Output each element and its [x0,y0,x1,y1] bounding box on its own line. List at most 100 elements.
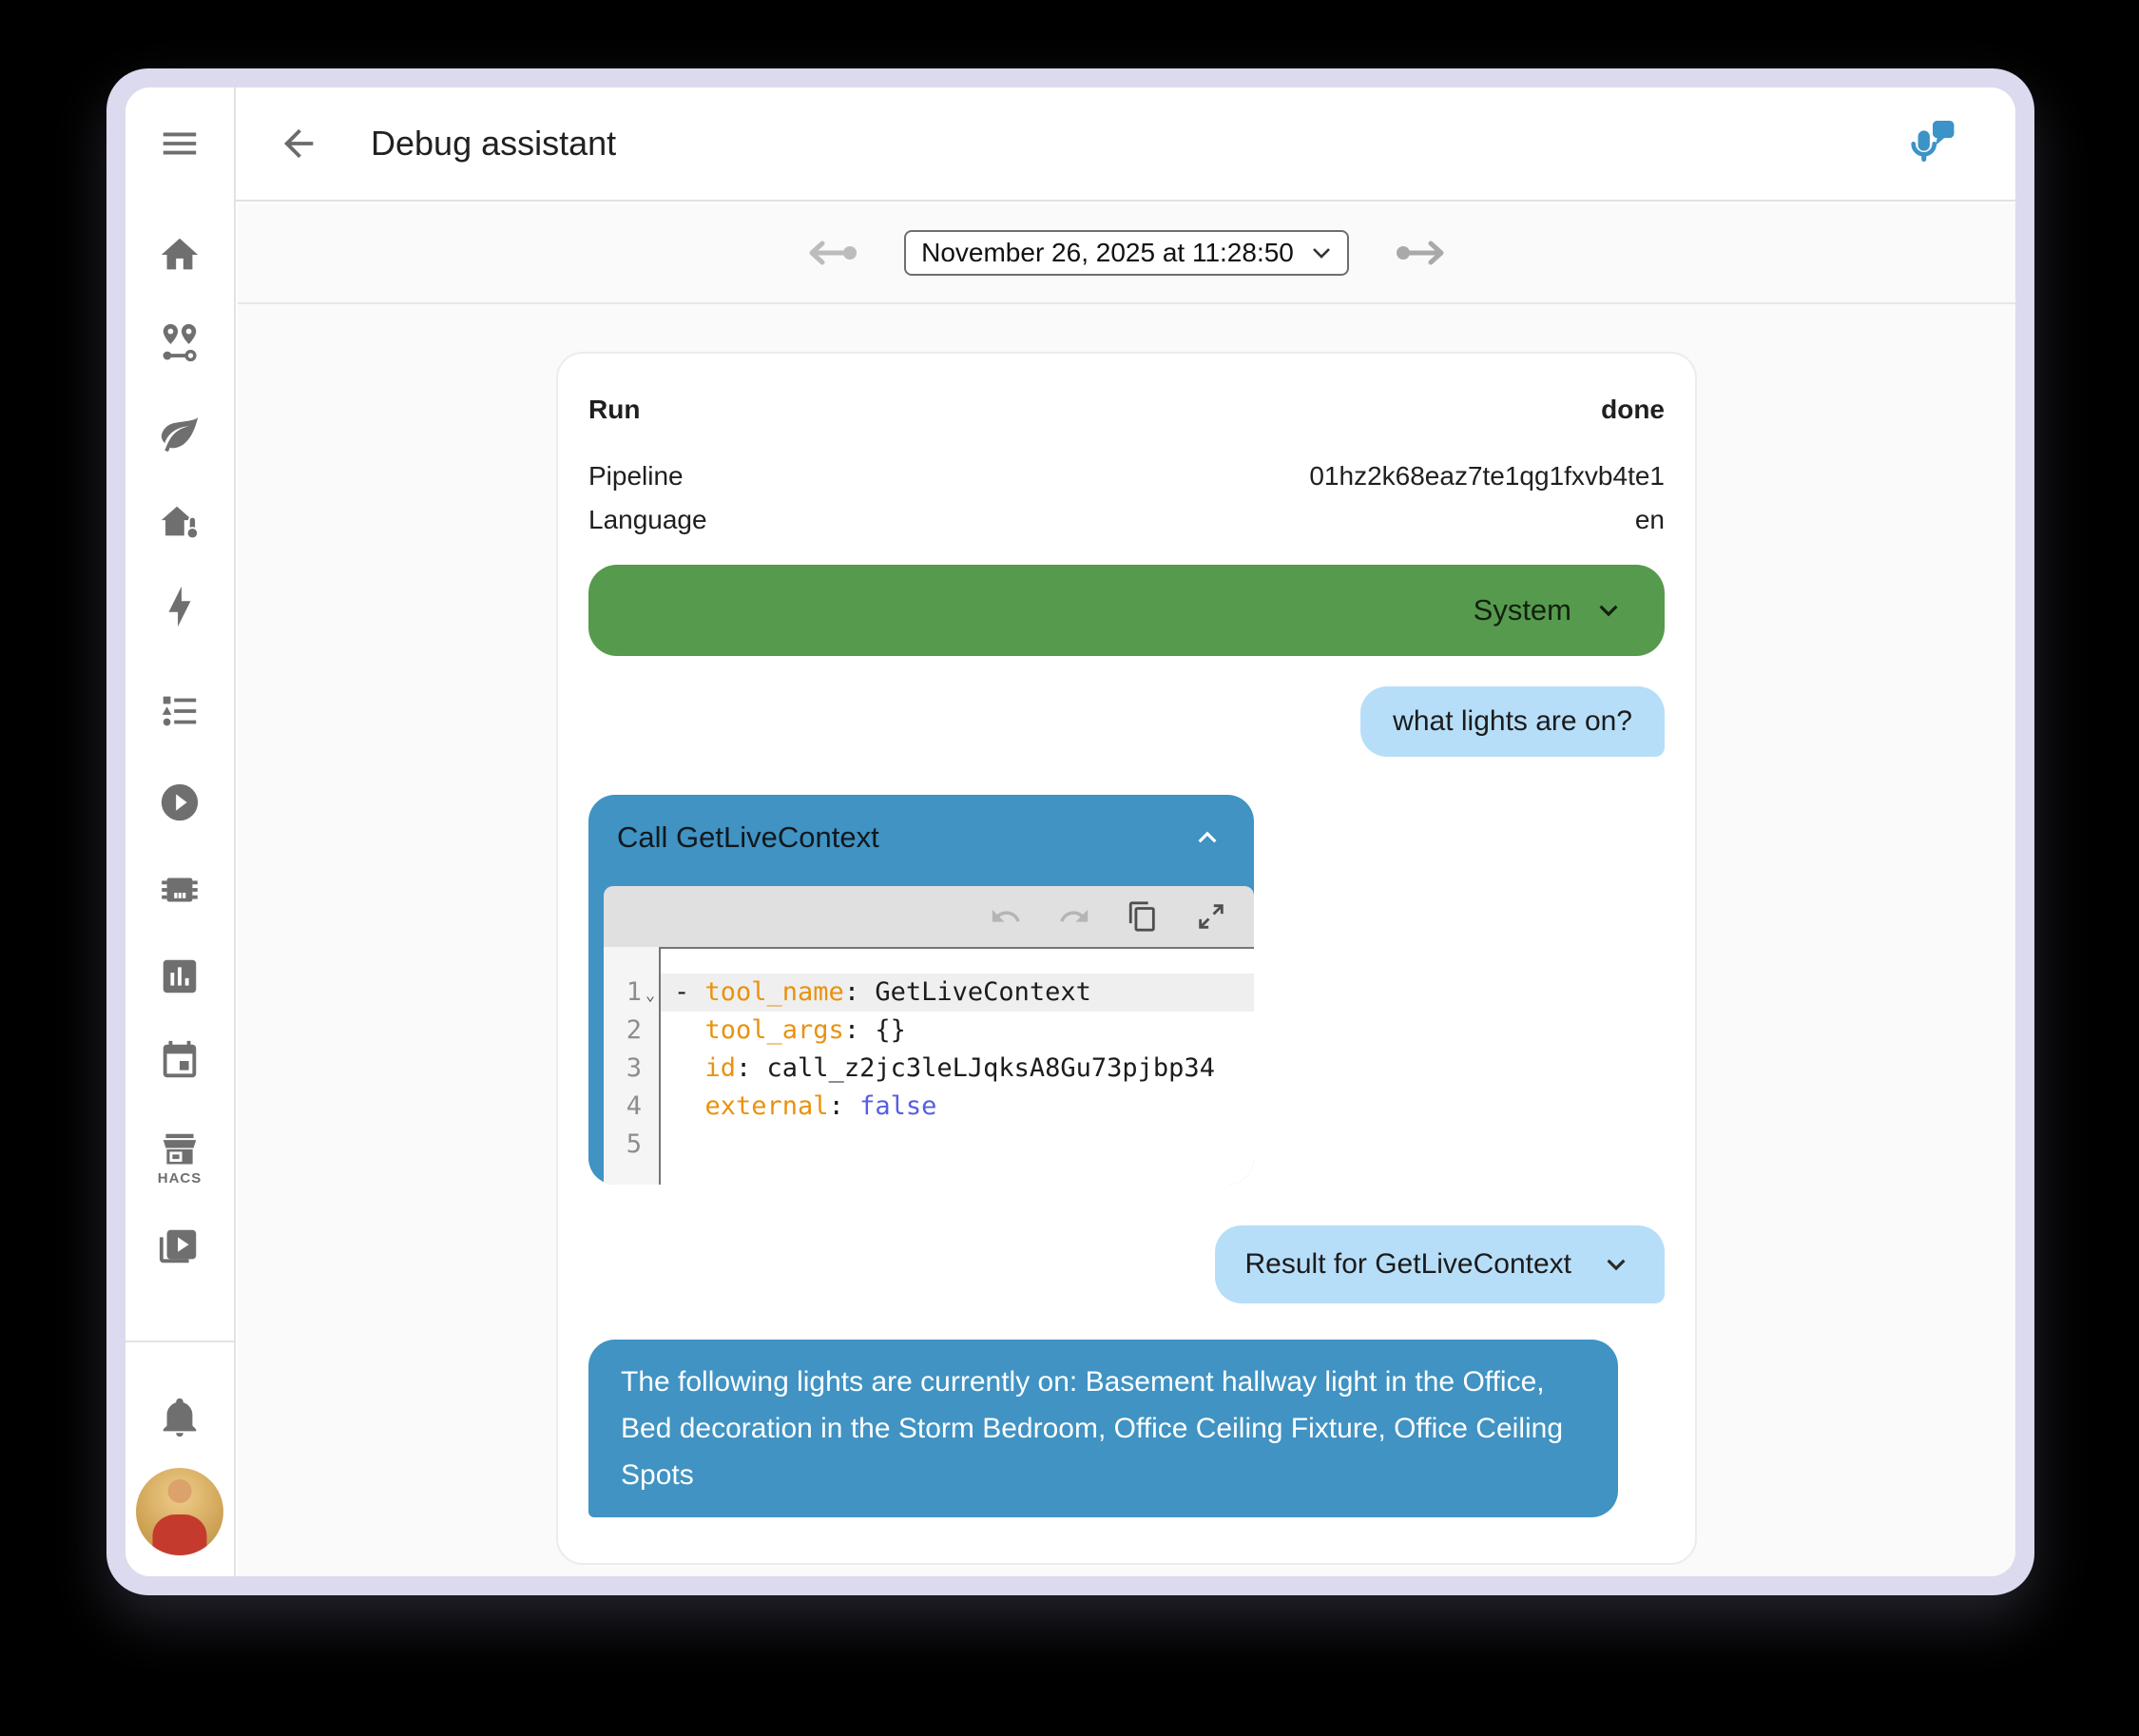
arrow-left-icon [277,122,320,165]
code-token-plain [674,1091,705,1121]
sidebar-item-hacs[interactable]: HACS [125,1131,234,1186]
redo-icon [1058,900,1090,933]
next-run-button[interactable] [1389,239,1455,267]
sidebar-item-map[interactable] [125,321,234,365]
tool-call-header[interactable]: Call GetLiveContext [588,795,1254,856]
assistant-message-bubble: The following lights are currently on: B… [588,1340,1618,1517]
chevron-up-icon [1189,820,1225,856]
pipeline-value: 01hz2k68eaz7te1qg1fxvb4te1 [1309,454,1665,498]
fold-spacer [642,1050,659,1088]
undo-icon [990,900,1022,933]
sidebar-item-energy[interactable] [125,412,234,455]
bell-icon [158,1395,202,1438]
line-number: 2 [604,1012,642,1050]
run-label: Run [588,394,640,426]
run-select[interactable]: November 26, 2025 at 11:28:50 [904,230,1349,276]
code-line[interactable]: - tool_name: GetLiveContext [661,974,1254,1012]
chip-icon [158,868,202,912]
code-line[interactable]: tool_args: {} [661,1012,1254,1050]
sidebar-item-profile[interactable] [125,1468,234,1555]
run-header-row: Run done [588,394,1665,426]
sidebar-item-power[interactable] [125,585,234,628]
storefront-icon [159,1131,201,1169]
user-message-row: what lights are on? [588,686,1665,757]
assist-button[interactable] [1905,114,1960,174]
code-token-plain: : {} [844,1015,906,1045]
undo-button[interactable] [990,900,1022,933]
previous-run-button[interactable] [798,239,864,267]
sidebar-item-notifications[interactable] [125,1395,234,1438]
select-caret-icon [1311,246,1332,260]
code-token-key: external [705,1091,829,1121]
code-line[interactable]: id: call_z2jc3leLJqksA8Gu73pjbp34 [661,1050,1254,1088]
copy-icon [1127,900,1159,933]
mic-chat-icon [1905,114,1960,169]
toolbar: Debug assistant [236,87,2015,202]
code-token-key: id [705,1053,737,1083]
code-line[interactable] [661,1126,1254,1164]
code-token-atom: false [859,1091,936,1121]
line-number: 1 [604,974,642,1012]
tool-result-toggle[interactable]: Result for GetLiveContext [1215,1225,1666,1303]
language-label: Language [588,498,707,542]
code-token-plain: - [674,977,705,1007]
language-value: en [1635,498,1665,542]
leaf-icon [158,412,202,455]
line-number: 3 [604,1050,642,1088]
run-picker-row: November 26, 2025 at 11:28:50 [238,203,2015,304]
home-icon [158,233,202,277]
run-select-value: November 26, 2025 at 11:28:50 [921,238,1294,268]
sidebar-item-esphome[interactable] [125,868,234,912]
gutter-line: 1⌄ [604,974,659,1012]
back-button[interactable] [276,121,321,166]
ray-end-arrow-icon [798,239,864,267]
system-prompt-toggle[interactable]: System [588,565,1665,656]
page-title: Debug assistant [371,124,616,164]
sidebar-item-media-browser[interactable] [125,1225,234,1268]
language-row: Language en [588,498,1665,542]
code-line[interactable]: external: false [661,1088,1254,1126]
code-token-plain [674,1015,705,1045]
gutter-line: 5 [604,1126,659,1164]
sidebar-item-logbook[interactable] [125,689,234,733]
sidebar-item-media[interactable] [125,781,234,824]
code-gutter: 1⌄2345 [604,947,659,1185]
menu-button[interactable] [125,122,234,165]
line-number: 5 [604,1126,642,1164]
sidebar-item-overview[interactable] [125,233,234,277]
play-box-multiple-icon [158,1225,202,1268]
code-token-plain: : call_z2jc3leLJqksA8Gu73pjbp34 [736,1053,1215,1083]
fold-spacer [642,1126,659,1164]
code-token-plain [674,1053,705,1083]
pipeline-label: Pipeline [588,454,684,498]
run-status: done [1601,394,1665,426]
line-number: 4 [604,1088,642,1126]
code-token-plain: : [829,1091,860,1121]
sidebar-item-history[interactable] [125,955,234,998]
yaml-editor: 1⌄2345 - tool_name: GetLiveContext tool_… [604,886,1254,1185]
copy-button[interactable] [1127,900,1159,933]
calendar-icon [158,1039,202,1083]
chart-box-icon [158,955,202,998]
code-lines[interactable]: - tool_name: GetLiveContext tool_args: {… [659,947,1254,1185]
sidebar-item-calendar[interactable] [125,1039,234,1083]
tool-call-card: Call GetLiveContext [588,795,1254,1185]
editor-body: 1⌄2345 - tool_name: GetLiveContext tool_… [604,947,1254,1185]
fold-spacer [642,1012,659,1050]
pipeline-row: Pipeline 01hz2k68eaz7te1qg1fxvb4te1 [588,454,1665,498]
redo-button[interactable] [1058,900,1090,933]
sidebar-item-climate[interactable] [125,501,234,545]
editor-toolbar [604,886,1254,947]
expand-button[interactable] [1195,900,1227,933]
fold-icon[interactable]: ⌄ [642,974,659,1012]
run-card: Run done Pipeline 01hz2k68eaz7te1qg1fxvb… [556,352,1697,1565]
sidebar: HACS [125,87,236,1576]
hamburger-menu-icon [158,122,202,165]
play-circle-icon [158,781,202,824]
gutter-line: 3 [604,1050,659,1088]
app-window-frame: HACS Debug assistant [106,68,2034,1595]
home-thermometer-icon [158,501,202,545]
system-label: System [1474,593,1571,627]
ray-start-arrow-icon [1389,239,1455,267]
fold-spacer [642,1088,659,1126]
